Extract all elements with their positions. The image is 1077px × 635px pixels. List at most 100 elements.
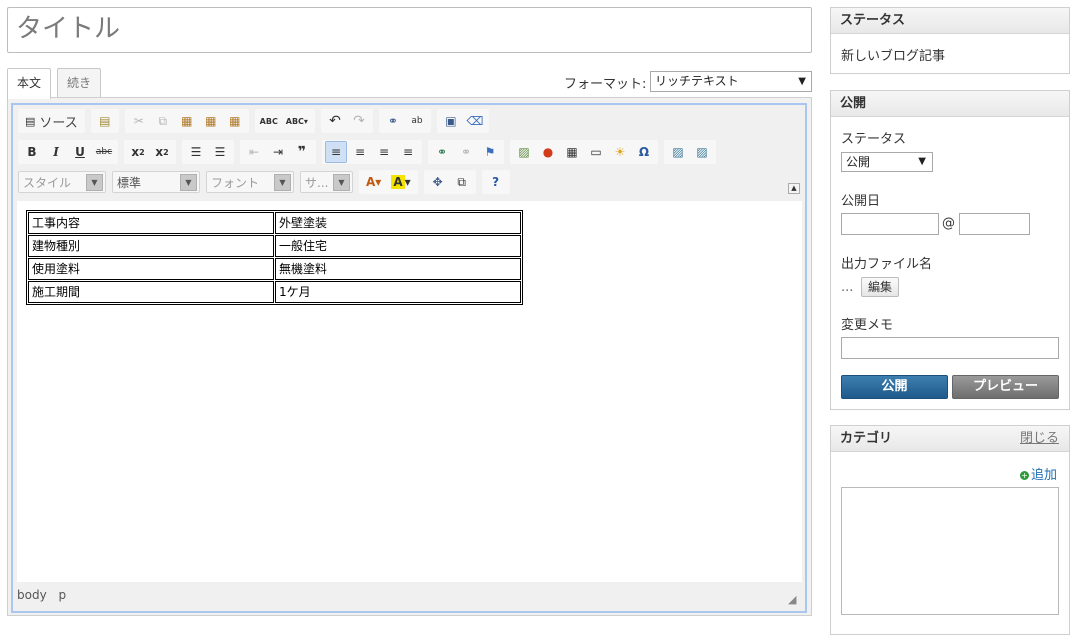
italic-icon[interactable]: I xyxy=(45,141,67,163)
table-cell[interactable]: 使用塗料 xyxy=(28,258,274,280)
table-cell[interactable]: 建物種別 xyxy=(28,235,274,257)
show-blocks-icon[interactable]: ⧉ xyxy=(451,171,473,193)
category-list[interactable] xyxy=(841,487,1059,615)
table-row: 建物種別 一般住宅 xyxy=(28,235,521,257)
chevron-down-icon: ▼ xyxy=(86,173,103,191)
status-panel-heading: ステータス xyxy=(831,8,1069,34)
align-right-icon[interactable]: ≡ xyxy=(373,141,395,163)
insert-file-icon[interactable]: ▨ xyxy=(691,141,713,163)
table-cell[interactable]: 一般住宅 xyxy=(275,235,521,257)
align-justify-icon[interactable]: ≡ xyxy=(397,141,419,163)
path-item-p[interactable]: p xyxy=(59,588,67,602)
tab-body[interactable]: 本文 xyxy=(7,68,52,99)
table-cell[interactable]: 無機塗料 xyxy=(275,258,521,280)
filename-label: 出力ファイル名 xyxy=(841,257,933,272)
subscript-icon[interactable]: x2 xyxy=(127,141,149,163)
font-combo[interactable]: フォント ▼ xyxy=(206,171,294,193)
add-icon: + xyxy=(1020,471,1029,480)
cut-icon[interactable]: ✂ xyxy=(128,110,150,132)
publish-date-input[interactable] xyxy=(841,213,939,235)
format-select-value: リッチテキスト xyxy=(655,74,739,88)
content-table[interactable]: 工事内容 外壁塗装 建物種別 一般住宅 使用塗料 無機塗料 施工期間 1ケ月 xyxy=(26,210,523,305)
align-left-icon[interactable]: ≡ xyxy=(325,141,347,163)
source-button[interactable]: ▤ ソース xyxy=(21,110,82,132)
strikethrough-icon[interactable]: abc xyxy=(93,141,115,163)
editor-content[interactable]: 工事内容 外壁塗装 建物種別 一般住宅 使用塗料 無機塗料 施工期間 1ケ月 xyxy=(17,201,802,582)
horizontal-rule-icon[interactable]: ▭ xyxy=(585,141,607,163)
size-combo[interactable]: サ... ▼ xyxy=(300,171,353,193)
category-close-link[interactable]: 閉じる xyxy=(1020,426,1059,451)
preview-button[interactable]: プレビュー xyxy=(952,375,1059,399)
remove-format-icon[interactable]: ⌫ xyxy=(464,110,486,132)
anchor-flag-icon[interactable]: ⚑ xyxy=(479,141,501,163)
size-combo-label: サ... xyxy=(305,175,329,190)
paste-word-icon[interactable]: ▦ xyxy=(224,110,246,132)
image-icon[interactable]: ▨ xyxy=(513,141,535,163)
spellcheck-dropdown-icon[interactable]: ABC▾ xyxy=(282,110,312,132)
find-icon[interactable]: ⚭ xyxy=(382,110,404,132)
format-combo-label: 標準 xyxy=(117,175,142,190)
publish-time-input[interactable] xyxy=(959,213,1030,235)
table-cell[interactable]: 施工期間 xyxy=(28,281,274,303)
select-all-icon[interactable]: ▣ xyxy=(440,110,462,132)
table-cell[interactable]: 1ケ月 xyxy=(275,281,521,303)
link-icon[interactable]: ⚭ xyxy=(431,141,453,163)
path-item-body[interactable]: body xyxy=(17,588,47,602)
redo-icon[interactable]: ↷ xyxy=(348,110,370,132)
blockquote-icon[interactable]: ❞ xyxy=(291,141,313,163)
indent-icon[interactable]: ⇥ xyxy=(267,141,289,163)
publish-status-value: 公開 xyxy=(846,155,871,169)
superscript-icon[interactable]: x2 xyxy=(151,141,173,163)
add-category-link[interactable]: + 追加 xyxy=(1020,464,1057,483)
style-combo[interactable]: スタイル ▼ xyxy=(18,171,106,193)
collapse-toolbar-icon[interactable]: ▲ xyxy=(788,183,800,194)
table-cell[interactable]: 工事内容 xyxy=(28,212,274,234)
toolbar-row-1: ▤ ソース ▤ ✂ ⧉ ▦ ▦ ▦ ABC ABC▾ ↶ ↷ ⚭ ab ▣ ⌫ xyxy=(18,109,495,133)
paste-icon[interactable]: ▦ xyxy=(176,110,198,132)
spellcheck-icon[interactable]: ABC xyxy=(258,110,280,132)
bg-color-icon[interactable]: A ▾ xyxy=(387,171,414,193)
undo-icon[interactable]: ↶ xyxy=(324,110,346,132)
format-combo[interactable]: 標準 ▼ xyxy=(112,171,200,193)
toolbar-row-2: B I U abc x2 x2 ☰ ☰ ⇤ ⇥ ❞ ≡ ≡ ≡ ≡ ⚭ ⚭ ⚑ … xyxy=(18,140,722,164)
table-cell[interactable]: 外壁塗装 xyxy=(275,212,521,234)
category-panel-heading: カテゴリ 閉じる xyxy=(831,426,1069,452)
underline-icon[interactable]: U xyxy=(69,141,91,163)
insert-image-icon[interactable]: ▨ xyxy=(667,141,689,163)
text-color-icon[interactable]: A▾ xyxy=(362,171,385,193)
publish-panel: 公開 ステータス 公開 ▼ 公開日 @ 出力ファイル名 ... 編集 変更メモ … xyxy=(830,90,1070,410)
help-icon[interactable]: ? xyxy=(485,171,507,193)
table-icon[interactable]: ▦ xyxy=(561,141,583,163)
copy-icon[interactable]: ⧉ xyxy=(152,110,174,132)
publish-status-select[interactable]: 公開 ▼ xyxy=(841,152,933,172)
bold-icon[interactable]: B xyxy=(21,141,43,163)
chevron-down-icon: ▼ xyxy=(333,173,350,191)
title-input[interactable]: タイトル xyxy=(7,7,812,53)
chevron-down-icon: ▼ xyxy=(180,173,197,191)
chevron-down-icon: ▼ xyxy=(798,76,806,87)
tab-more[interactable]: 続き xyxy=(57,68,102,98)
numbered-list-icon[interactable]: ☰ xyxy=(185,141,207,163)
font-combo-label: フォント xyxy=(211,175,260,190)
status-text: 新しいブログ記事 xyxy=(841,49,946,64)
bullet-list-icon[interactable]: ☰ xyxy=(209,141,231,163)
at-sign: @ xyxy=(942,216,955,231)
memo-input[interactable] xyxy=(841,337,1059,359)
format-select[interactable]: リッチテキスト ▼ xyxy=(650,71,812,92)
chevron-down-icon: ▼ xyxy=(918,156,926,167)
templates-icon[interactable]: ▤ xyxy=(94,110,116,132)
smiley-icon[interactable]: ☀ xyxy=(609,141,631,163)
publish-button[interactable]: 公開 xyxy=(841,375,948,399)
paste-text-icon[interactable]: ▦ xyxy=(200,110,222,132)
toolbar-row-3: スタイル ▼ 標準 ▼ フォント ▼ サ... ▼ A▾ A ▾ ✥ ⧉ ? xyxy=(18,170,516,194)
special-char-icon[interactable]: Ω xyxy=(633,141,655,163)
table-row: 使用塗料 無機塗料 xyxy=(28,258,521,280)
edit-filename-button[interactable]: 編集 xyxy=(861,277,900,297)
align-center-icon[interactable]: ≡ xyxy=(349,141,371,163)
replace-icon[interactable]: ab xyxy=(406,110,428,132)
flash-icon[interactable]: ● xyxy=(537,141,559,163)
resize-grip-icon[interactable]: ◢ xyxy=(788,593,800,606)
unlink-icon[interactable]: ⚭ xyxy=(455,141,477,163)
outdent-icon[interactable]: ⇤ xyxy=(243,141,265,163)
maximize-icon[interactable]: ✥ xyxy=(427,171,449,193)
